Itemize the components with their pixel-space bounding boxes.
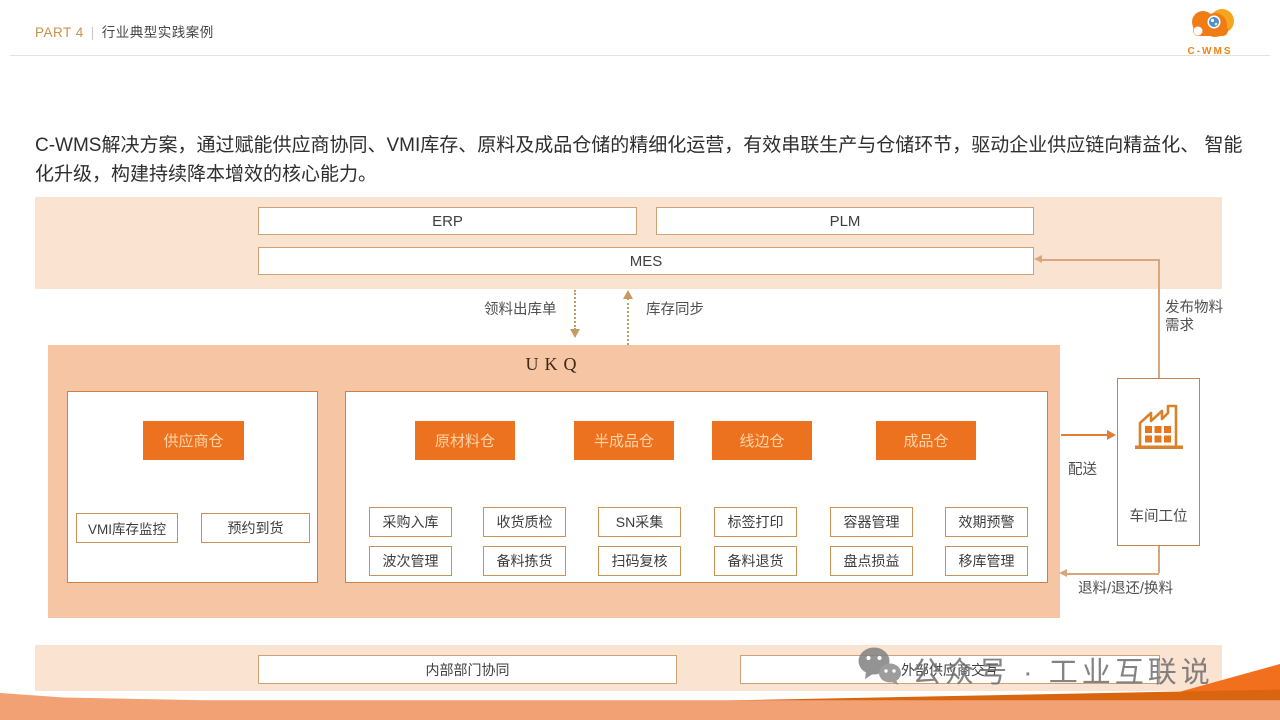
returns-line-vertical	[1158, 546, 1160, 573]
factory-icon	[1118, 401, 1199, 456]
appointment-arrival-box: 预约到货	[201, 513, 310, 543]
function-box-sn-capture: SN采集	[598, 507, 681, 537]
warehouse-header-raw-material: 原材料仓	[415, 421, 515, 460]
returns-arrowhead-icon	[1059, 569, 1067, 577]
cwms-logo: C-WMS	[1172, 5, 1248, 57]
intro-paragraph: C-WMS解决方案，通过赋能供应商协同、VMI库存、原料及成品仓储的精细化运营，…	[35, 131, 1250, 189]
mes-box: MES	[258, 247, 1034, 275]
watermark-text: 公众号 · 工业互联说	[912, 649, 1214, 691]
plm-label: PLM	[830, 213, 861, 230]
right-arrowhead-icon	[1107, 430, 1116, 440]
outbound-flow-label: 领料出库单	[484, 301, 557, 319]
part-label: PART 4	[35, 25, 84, 40]
wechat-icon	[856, 646, 902, 693]
down-arrow-icon	[570, 329, 580, 338]
delivery-label: 配送	[1068, 461, 1097, 479]
function-box-label-print: 标签打印	[714, 507, 797, 537]
warehouse-header-finished-goods: 成品仓	[876, 421, 976, 460]
supplier-warehouse-panel: 供应商仓 VMI库存监控 预约到货	[67, 391, 318, 583]
publish-demand-label: 发布物料需求	[1165, 299, 1229, 335]
logo-wordmark: C-WMS	[1172, 46, 1248, 57]
ukq-title: UKQ	[48, 354, 1060, 375]
internal-collab-box: 内部部门协同	[258, 655, 677, 684]
erp-box: ERP	[258, 207, 637, 235]
function-box-material-return: 备料退货	[714, 546, 797, 576]
sync-flow-line	[627, 298, 629, 345]
systems-band: ERP PLM MES	[35, 197, 1222, 289]
warehouse-header-semi-finished: 半成品仓	[574, 421, 674, 460]
slide-header: PART 4 | 行业典型实践案例	[35, 21, 214, 41]
factory-warehouse-panel: 原材料仓 半成品仓 线边仓 成品仓 采购入库 收货质检 SN采集 标签打印 容器…	[345, 391, 1048, 583]
function-box-receiving-qc: 收货质检	[483, 507, 566, 537]
ukq-panel: UKQ 供应商仓 VMI库存监控 预约到货 原材料仓 半成品仓 线边仓 成品仓 …	[48, 345, 1060, 618]
function-box-transfer-mgmt: 移库管理	[945, 546, 1028, 576]
function-box-picking: 备料拣货	[483, 546, 566, 576]
outbound-flow-line	[574, 290, 576, 330]
watermark: 公众号 · 工业互联说	[856, 646, 1214, 693]
publish-demand-line-vertical	[1158, 259, 1160, 378]
left-arrowhead-icon	[1034, 255, 1042, 263]
returns-line-horizontal	[1066, 573, 1159, 575]
function-box-container-mgmt: 容器管理	[830, 507, 913, 537]
plm-box: PLM	[656, 207, 1034, 235]
intro-line-1: C-WMS解决方案，通过赋能供应商协同、VMI库存、原料及成品仓储的精细化运营，…	[35, 135, 1199, 156]
sync-flow-label: 库存同步	[646, 301, 704, 319]
internal-collab-label: 内部部门协同	[426, 660, 510, 680]
header-divider: |	[91, 25, 95, 40]
function-box-expiry-alert: 效期预警	[945, 507, 1028, 537]
workshop-station-label: 车间工位	[1117, 505, 1200, 526]
erp-label: ERP	[432, 213, 463, 230]
function-box-scan-verify: 扫码复核	[598, 546, 681, 576]
vmi-monitor-box: VMI库存监控	[76, 513, 178, 543]
page-title: 行业典型实践案例	[102, 25, 214, 40]
slide: PART 4 | 行业典型实践案例 C-WMS C-WMS解决方案，通过赋能供应商协…	[0, 0, 1280, 720]
header-rule	[10, 55, 1270, 56]
returns-label: 退料/退还/换料	[1078, 580, 1173, 598]
warehouse-header-line-side: 线边仓	[712, 421, 812, 460]
publish-demand-line-horizontal	[1042, 259, 1159, 261]
function-box-count-adjust: 盘点损益	[830, 546, 913, 576]
cloud-icon	[1181, 30, 1239, 47]
function-box-purchase-inbound: 采购入库	[369, 507, 452, 537]
mes-label: MES	[630, 253, 663, 270]
delivery-arrow-line	[1061, 434, 1110, 436]
supplier-warehouse-header: 供应商仓	[143, 421, 244, 460]
function-box-wave-mgmt: 波次管理	[369, 546, 452, 576]
